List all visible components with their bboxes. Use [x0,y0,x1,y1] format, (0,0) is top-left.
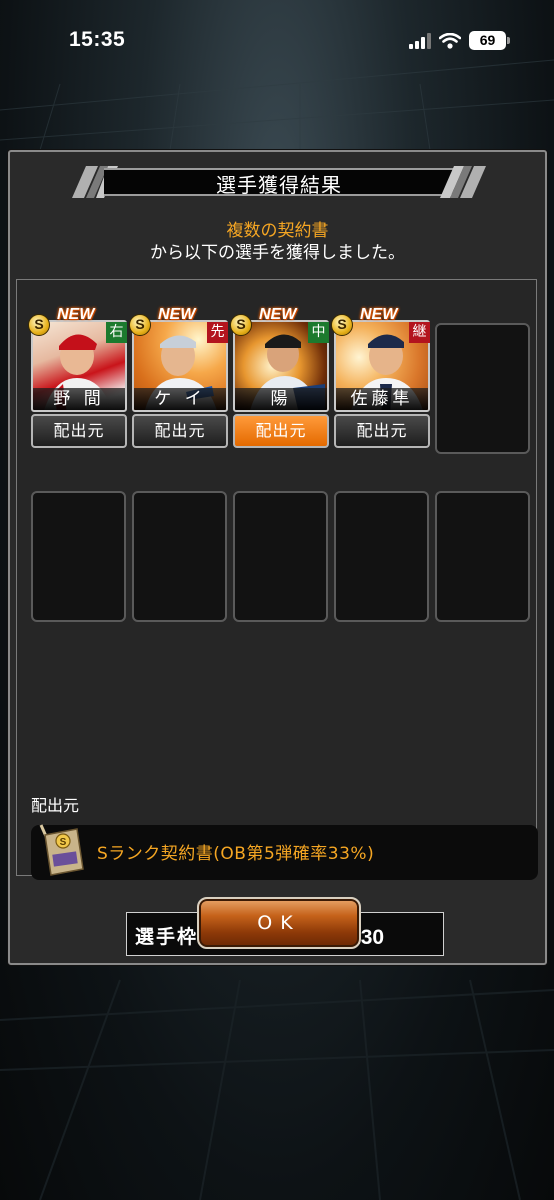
new-badge: NEW [259,306,297,323]
player-name: 野 間 [33,388,125,410]
empty-slot [233,491,328,622]
new-badge: NEW [158,306,196,323]
origin-button-active[interactable]: 配出元 [233,414,329,448]
rank-badge: S [331,314,353,336]
player-card[interactable]: 佐藤隼 S NEW 継 配出元 [331,306,430,451]
position-badge: 継 [409,322,430,343]
new-badge: NEW [360,306,398,323]
origin-button[interactable]: 配出元 [334,414,430,448]
empty-slot [435,323,530,454]
wifi-icon [439,32,461,49]
source-row[interactable]: S Sランク契約書(OB第5弾確率33%) [31,824,538,880]
dialog-title-bar: 選手獲得結果 [68,166,490,198]
result-dialog: 選手獲得結果 複数の契約書 から以下の選手を獲得しました。 野 間 S NEW … [8,150,547,965]
origin-button[interactable]: 配出元 [132,414,228,448]
message-text: から以下の選手を獲得しました。 [150,243,405,263]
acquired-players-panel: 野 間 S NEW 右 配出元 ケ イ S NEW 先 配出元 陽 S NEW … [16,279,538,956]
battery-icon: 69 [469,31,510,50]
contract-icon: S [39,824,84,876]
player-name: 陽 [235,388,327,410]
origin-button[interactable]: 配出元 [31,414,127,448]
source-label: 配出元 [31,796,80,815]
status-bar: 15:35 69 [0,0,554,84]
title-stripe-right [440,166,486,198]
player-card[interactable]: 陽 S NEW 中 配出元 [230,306,329,451]
rank-badge: S [230,314,252,336]
empty-slot [31,491,126,622]
ok-button[interactable]: OK [197,897,361,949]
position-badge: 右 [106,322,127,343]
player-name: ケ イ [134,388,226,410]
source-item-text: Sランク契約書(OB第5弾確率33%) [97,844,375,864]
status-time: 15:35 [69,28,126,51]
player-card[interactable]: 野 間 S NEW 右 配出元 [28,306,127,451]
rank-badge: S [28,314,50,336]
empty-slot [334,491,429,622]
status-icons: 69 [409,31,510,50]
rank-badge: S [129,314,151,336]
new-badge: NEW [57,306,95,323]
empty-slot [435,491,530,622]
empty-slot [132,491,227,622]
player-name: 佐藤隼 [336,388,428,410]
position-badge: 先 [207,322,228,343]
signal-icon [409,32,431,49]
player-card[interactable]: ケ イ S NEW 先 配出元 [129,306,228,451]
dialog-title: 選手獲得結果 [216,173,342,197]
svg-text:S: S [60,837,67,848]
position-badge: 中 [308,322,329,343]
